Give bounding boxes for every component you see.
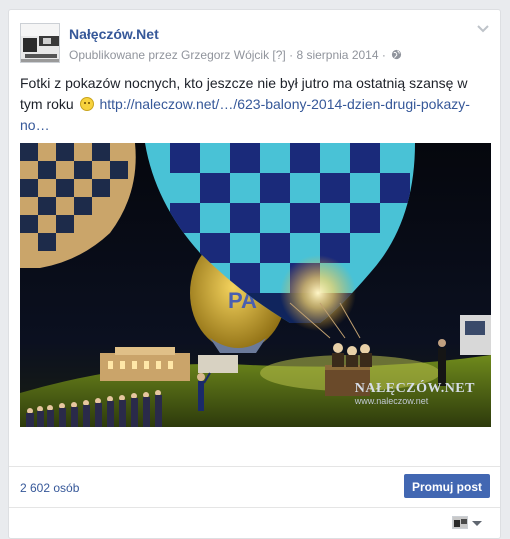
page-name-link[interactable]: Nałęczów.Net <box>69 26 159 42</box>
post-date[interactable]: 8 sierpnia 2014 <box>296 48 378 62</box>
promote-post-button[interactable]: Promuj post <box>404 474 490 498</box>
published-by[interactable]: Opublikowane przez Grzegorz Wójcik <box>69 48 269 62</box>
photo-watermark: NAŁĘCZÓW.NET www.naleczow.net <box>354 381 475 407</box>
watermark-title: NAŁĘCZÓW.NET <box>354 381 475 396</box>
page-avatar[interactable] <box>20 23 60 63</box>
actor-avatar <box>452 516 468 529</box>
chevron-down-icon[interactable] <box>476 24 490 34</box>
caret-down-icon <box>472 521 482 526</box>
actor-divider <box>9 507 500 508</box>
globe-icon[interactable] <box>391 49 402 60</box>
footer-divider <box>9 466 500 467</box>
actor-selector[interactable] <box>452 515 492 531</box>
post-card: Nałęczów.Net Opublikowane przez Grzegorz… <box>8 9 501 539</box>
meta-separator-2: · <box>381 47 386 62</box>
post-text: Fotki z pokazów nocnych, kto jeszcze nie… <box>20 73 480 136</box>
meta-separator: · <box>289 47 294 62</box>
post-photo[interactable]: PA NAŁĘCZÓW.NET www.naleczow.net <box>20 143 491 427</box>
post-meta: Opublikowane przez Grzegorz Wójcik [?] ·… <box>69 47 402 62</box>
actor-avatar-image <box>453 517 467 528</box>
post-header: Nałęczów.Net Opublikowane przez Grzegorz… <box>20 23 470 63</box>
watermark-url: www.naleczow.net <box>354 396 429 406</box>
edit-marker[interactable]: [?] <box>272 48 285 62</box>
reach-count[interactable]: 2 602 osób <box>20 481 79 495</box>
smile-emoji-icon <box>79 97 94 111</box>
avatar-image <box>21 24 59 62</box>
